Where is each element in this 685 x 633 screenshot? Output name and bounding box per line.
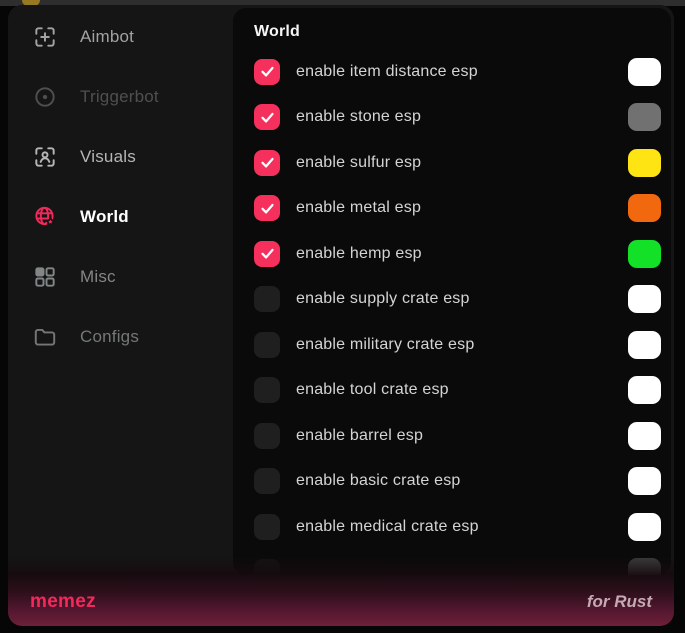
settings-rows: enable item distance esp enable stone es… [254, 49, 671, 575]
setting-checkbox[interactable] [254, 195, 280, 221]
setting-checkbox[interactable] [254, 332, 280, 358]
setting-label: enable supply crate esp [296, 290, 628, 308]
setting-row: enable item distance esp [254, 49, 671, 95]
sidebar-item-label: Triggerbot [80, 87, 159, 107]
color-swatch[interactable] [628, 194, 661, 222]
setting-row: enable basic crate esp [254, 459, 671, 505]
checkmark-icon [259, 245, 276, 262]
color-swatch[interactable] [628, 285, 661, 313]
setting-row: enable metal esp [254, 186, 671, 232]
setting-row: enable tool crate esp [254, 368, 671, 414]
sidebar-item-label: Misc [80, 267, 116, 287]
setting-label: enable metal esp [296, 199, 628, 217]
sidebar-item-configs[interactable]: Configs [8, 307, 233, 367]
setting-row: enable medical crate esp [254, 504, 671, 550]
setting-checkbox[interactable] [254, 59, 280, 85]
setting-row: enable stone esp [254, 95, 671, 141]
color-swatch[interactable] [628, 103, 661, 131]
checkmark-icon [259, 109, 276, 126]
brand-name: memez [30, 591, 96, 613]
setting-label: enable medical crate esp [296, 518, 628, 536]
color-swatch[interactable] [628, 422, 661, 450]
color-swatch[interactable] [628, 58, 661, 86]
visuals-icon [32, 144, 58, 170]
sidebar-item-visuals[interactable]: Visuals [8, 127, 233, 187]
checkmark-icon [259, 63, 276, 80]
setting-label: enable tool crate esp [296, 381, 628, 399]
checkmark-icon [259, 154, 276, 171]
setting-label: enable military crate esp [296, 336, 628, 354]
setting-checkbox[interactable] [254, 514, 280, 540]
sidebar-item-world[interactable]: World [8, 187, 233, 247]
setting-checkbox[interactable] [254, 241, 280, 267]
footer-bar: memez for Rust [8, 556, 674, 626]
setting-label: enable basic crate esp [296, 472, 628, 490]
setting-row: enable barrel esp [254, 413, 671, 459]
color-swatch[interactable] [628, 513, 661, 541]
setting-checkbox[interactable] [254, 468, 280, 494]
setting-checkbox[interactable] [254, 104, 280, 130]
setting-label: enable item distance esp [296, 63, 628, 81]
misc-icon [32, 264, 58, 290]
setting-row: enable supply crate esp [254, 277, 671, 323]
color-swatch[interactable] [628, 240, 661, 268]
setting-row: enable hemp esp [254, 231, 671, 277]
color-swatch[interactable] [628, 376, 661, 404]
sidebar-item-triggerbot[interactable]: Triggerbot [8, 67, 233, 127]
setting-checkbox[interactable] [254, 423, 280, 449]
color-swatch[interactable] [628, 149, 661, 177]
sidebar-item-label: World [80, 207, 129, 227]
cheat-menu-window: Aimbot Triggerbot Visuals World Misc Con… [8, 5, 674, 626]
sidebar-nav: Aimbot Triggerbot Visuals World Misc Con… [8, 5, 233, 565]
setting-checkbox[interactable] [254, 286, 280, 312]
sidebar-item-label: Configs [80, 327, 139, 347]
settings-panel: World enable item distance esp enable st… [233, 8, 671, 575]
triggerbot-icon [32, 84, 58, 110]
configs-icon [32, 324, 58, 350]
setting-checkbox[interactable] [254, 377, 280, 403]
setting-row: enable sulfur esp [254, 140, 671, 186]
setting-label: enable hemp esp [296, 245, 628, 263]
brand-suffix: for Rust [587, 592, 652, 612]
sidebar-item-misc[interactable]: Misc [8, 247, 233, 307]
setting-checkbox[interactable] [254, 150, 280, 176]
sidebar-item-label: Aimbot [80, 27, 134, 47]
aimbot-icon [32, 24, 58, 50]
sidebar-item-aimbot[interactable]: Aimbot [8, 7, 233, 67]
setting-label: enable barrel esp [296, 427, 628, 445]
sidebar-item-label: Visuals [80, 147, 136, 167]
setting-label: enable stone esp [296, 108, 628, 126]
setting-row: enable military crate esp [254, 322, 671, 368]
color-swatch[interactable] [628, 331, 661, 359]
world-icon [32, 204, 58, 230]
checkmark-icon [259, 200, 276, 217]
setting-label: enable sulfur esp [296, 154, 628, 172]
color-swatch[interactable] [628, 467, 661, 495]
panel-title: World [254, 21, 671, 43]
